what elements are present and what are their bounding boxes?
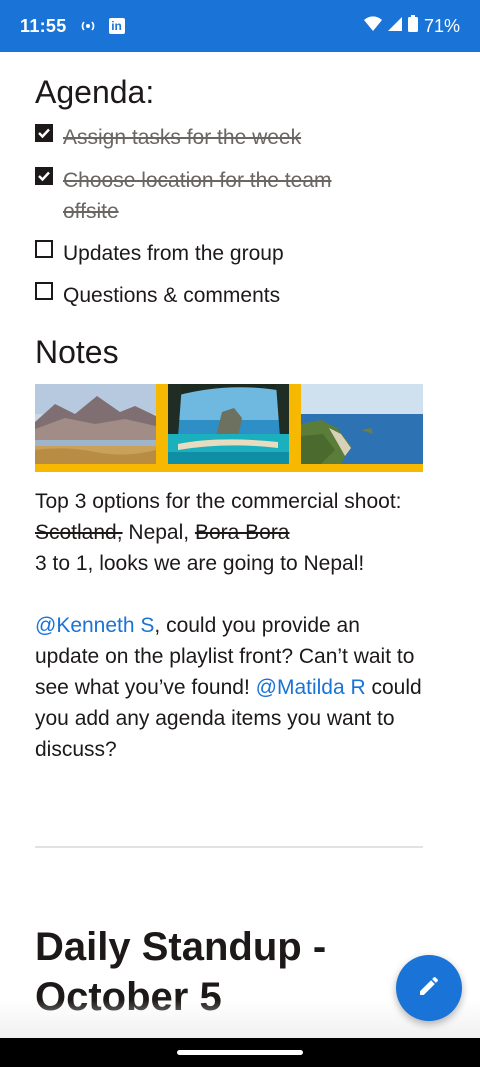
photo-collage[interactable] (35, 384, 423, 472)
notes-result: 3 to 1, looks we are going to Nepal! (35, 552, 365, 575)
notes-paragraph-mentions: @Kenneth S, could you provide an update … (35, 610, 423, 765)
system-nav-bar (0, 1038, 480, 1067)
checkbox-checked-icon[interactable] (35, 124, 53, 142)
edit-fab-button[interactable] (396, 955, 462, 1021)
signal-icon (387, 16, 402, 37)
mention-matilda[interactable]: @Matilda R (256, 676, 366, 699)
option-bora-bora: Bora Bora (194, 521, 290, 544)
option-scotland: Scotland, (35, 521, 123, 544)
options-intro: Top 3 options for the commercial shoot: (35, 490, 402, 513)
wifi-icon (363, 15, 382, 37)
photo-coastal-cliffs[interactable] (301, 384, 423, 464)
section-divider (35, 846, 423, 848)
battery-icon (407, 15, 418, 37)
checkbox-unchecked-icon[interactable] (35, 240, 53, 258)
agenda-heading: Agenda: (35, 74, 155, 110)
status-time: 11:55 (20, 15, 67, 36)
checkbox-checked-icon[interactable] (35, 167, 53, 185)
agenda-item-label: Choose location for the team offsite (63, 169, 332, 223)
photo-sea-arch[interactable] (168, 384, 289, 464)
battery-level: 71% (423, 15, 460, 36)
agenda-item-4[interactable]: Questions & comments (35, 280, 280, 311)
agenda-item-1[interactable]: Assign tasks for the week (35, 122, 301, 153)
photo-desert-lake[interactable] (35, 384, 156, 464)
linkedin-icon: in (108, 18, 125, 34)
notes-body[interactable]: Top 3 options for the commercial shoot: … (35, 486, 423, 765)
agenda-item-label: Updates from the group (63, 242, 284, 265)
notes-paragraph-options: Top 3 options for the commercial shoot: … (35, 486, 423, 548)
home-gesture-handle[interactable] (177, 1050, 303, 1055)
mention-kenneth[interactable]: @Kenneth S (35, 614, 154, 637)
option-nepal: Nepal, (122, 521, 195, 544)
broadcast-icon (79, 19, 97, 33)
status-bar: 11:55 in 71% (0, 0, 480, 52)
agenda-item-3[interactable]: Updates from the group (35, 238, 284, 269)
notes-heading: Notes (35, 334, 119, 370)
agenda-item-label: Assign tasks for the week (63, 126, 302, 149)
agenda-item-label: Questions & comments (63, 284, 281, 307)
pencil-icon (417, 974, 441, 1003)
agenda-item-2[interactable]: Choose location for the team offsite (35, 165, 375, 227)
checkbox-unchecked-icon[interactable] (35, 282, 53, 300)
